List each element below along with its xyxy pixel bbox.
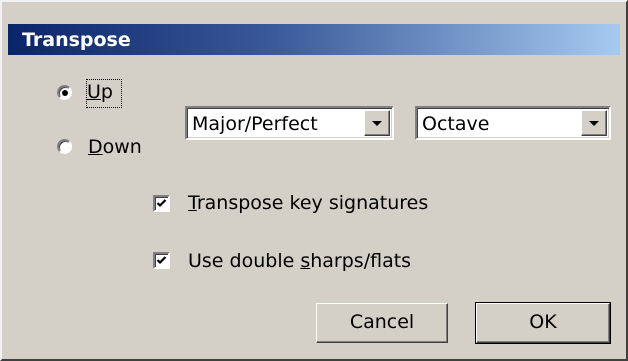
radio-selected-dot xyxy=(62,90,68,96)
transpose-key-signatures-checkbox[interactable] xyxy=(153,195,170,212)
double-sharps-flats-label[interactable]: Use double sharps/flats xyxy=(188,249,411,273)
cancel-button[interactable]: Cancel xyxy=(316,303,448,343)
transpose-key-signatures-label[interactable]: Transpose key signatures xyxy=(188,191,428,215)
interval-dropdown-button[interactable] xyxy=(581,110,607,136)
chevron-down-icon xyxy=(589,121,599,126)
ok-button[interactable]: OK xyxy=(475,302,611,344)
checkmark-icon xyxy=(156,256,167,265)
down-label[interactable]: Down xyxy=(88,135,142,159)
up-label[interactable]: Up xyxy=(87,80,113,104)
transpose-dialog: Transpose Up Down Major/Perfect Octave T… xyxy=(0,0,628,361)
interval-quality-select[interactable]: Major/Perfect xyxy=(185,106,394,140)
interval-quality-value: Major/Perfect xyxy=(192,113,318,135)
dialog-title: Transpose xyxy=(22,29,131,51)
checkmark-icon xyxy=(156,199,167,208)
down-radio[interactable] xyxy=(57,139,72,154)
interval-value: Octave xyxy=(422,113,490,135)
title-bar[interactable]: Transpose xyxy=(8,24,620,55)
interval-select[interactable]: Octave xyxy=(415,106,611,140)
chevron-down-icon xyxy=(372,121,382,126)
interval-quality-dropdown-button[interactable] xyxy=(364,110,390,136)
up-radio[interactable] xyxy=(57,85,72,100)
double-sharps-flats-checkbox[interactable] xyxy=(153,252,170,269)
